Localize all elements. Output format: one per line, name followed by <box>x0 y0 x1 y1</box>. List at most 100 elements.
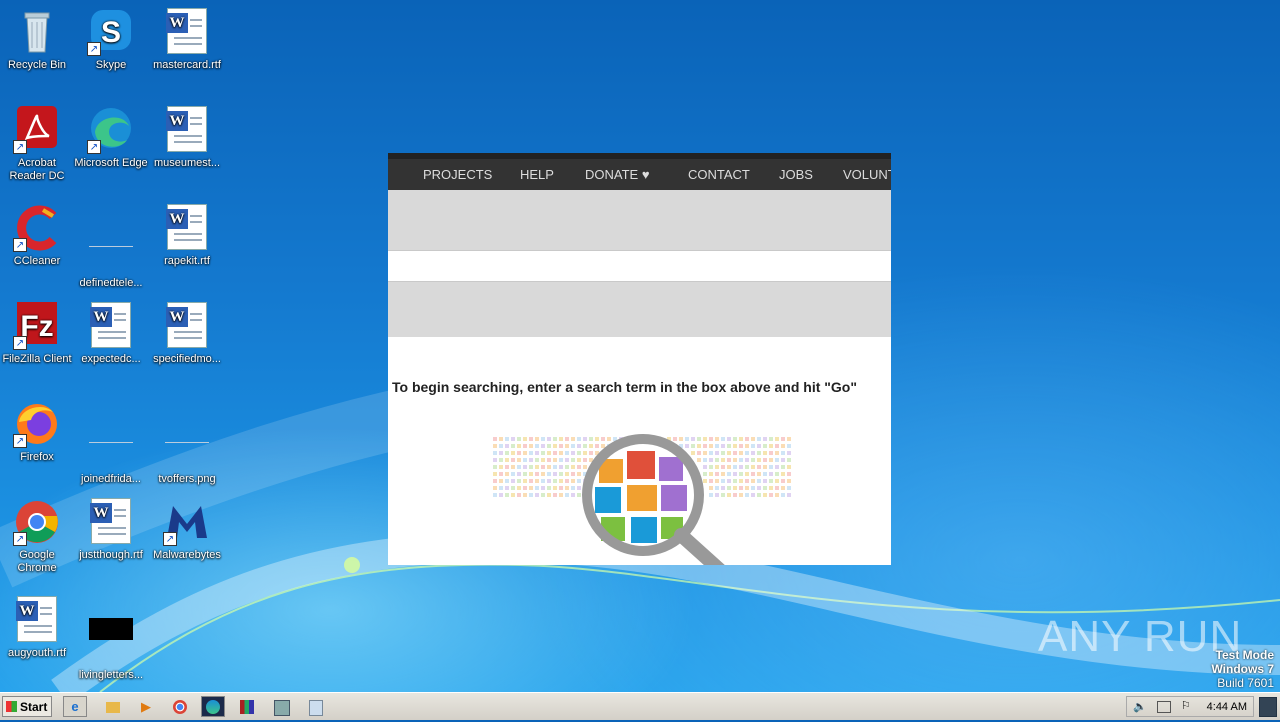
pixel-dot <box>763 451 767 455</box>
pixel-dot <box>529 458 533 462</box>
pixel-dot <box>493 437 497 441</box>
pixel-dot <box>571 486 575 490</box>
desktop-icon-definedtele[interactable]: definedtele... <box>74 204 148 290</box>
action-center-flag-icon[interactable]: ⚐ <box>1181 699 1191 712</box>
word-document-icon: W <box>163 302 211 350</box>
taskbar-edge[interactable] <box>201 696 225 717</box>
pixel-dot <box>757 437 761 441</box>
pixel-dot <box>781 479 785 483</box>
blank-file-icon <box>87 226 135 274</box>
desktop-icon-joinedfrida[interactable]: joinedfrida... <box>74 400 148 486</box>
pixel-dot <box>493 451 497 455</box>
taskbar-chrome[interactable] <box>168 696 192 717</box>
nav-jobs[interactable]: JOBS <box>779 167 813 182</box>
pixel-dot <box>715 465 719 469</box>
pixel-dot <box>679 437 683 441</box>
pixel-dot <box>709 465 713 469</box>
shortcut-arrow-icon: ↗ <box>13 532 27 546</box>
shortcut-arrow-icon: ↗ <box>13 238 27 252</box>
desktop-icon-museumest[interactable]: W museumest... <box>150 106 224 170</box>
network-icon[interactable] <box>1157 701 1171 713</box>
desktop-icon-rapekit-rtf[interactable]: W rapekit.rtf <box>150 204 224 268</box>
pixel-dot <box>787 465 791 469</box>
browser-window: PROJECTS HELP DONATE ♥ CONTACT JOBS VOLU… <box>388 153 891 565</box>
desktop-icon-tvoffers-png[interactable]: tvoffers.png <box>150 400 224 486</box>
desktop-icon-livingletters[interactable]: livingletters... <box>74 596 148 682</box>
pixel-dot <box>733 458 737 462</box>
desktop-icon-malwarebytes[interactable]: ↗ Malwarebytes <box>150 498 224 562</box>
taskbar-ie[interactable]: e <box>63 696 87 717</box>
heart-icon: ♥ <box>641 167 650 182</box>
pixel-dot <box>733 451 737 455</box>
taskbar-media-player[interactable]: ▶ <box>134 696 158 717</box>
pixel-dot <box>547 458 551 462</box>
taskbar-winrar[interactable] <box>235 696 259 717</box>
shortcut-arrow-icon: ↗ <box>87 42 101 56</box>
desktop-icon-chrome[interactable]: ↗ Google Chrome <box>0 498 74 575</box>
word-document-icon: W <box>87 302 135 350</box>
pixel-dot <box>535 479 539 483</box>
nav-donate[interactable]: DONATE ♥ <box>585 167 650 182</box>
desktop-icon-filezilla[interactable]: Fz ↗ FileZilla Client <box>0 302 74 366</box>
desktop-icon-skype[interactable]: S ↗ Skype <box>74 8 148 72</box>
pixel-dot <box>565 444 569 448</box>
clock[interactable]: 4:44 AM <box>1207 701 1247 713</box>
pixel-dot <box>535 444 539 448</box>
pixel-dot <box>523 493 527 497</box>
pixel-dot <box>763 472 767 476</box>
pixel-dot <box>517 486 521 490</box>
pixel-dot <box>727 465 731 469</box>
pixel-dot <box>601 444 605 448</box>
pixel-dot <box>751 472 755 476</box>
pixel-dot <box>493 472 497 476</box>
nav-projects[interactable]: PROJECTS <box>423 167 492 182</box>
taskbar-installer[interactable] <box>270 696 294 717</box>
desktop-icon-edge[interactable]: ↗ Microsoft Edge <box>74 106 148 170</box>
start-button[interactable]: Start <box>2 696 52 717</box>
pixel-dot <box>703 472 707 476</box>
pixel-dot <box>751 465 755 469</box>
pixel-dot <box>691 451 695 455</box>
pixel-dot <box>595 437 599 441</box>
show-desktop-button[interactable] <box>1259 697 1277 717</box>
nav-help[interactable]: HELP <box>520 167 554 182</box>
desktop-icon-firefox[interactable]: ↗ Firefox <box>0 400 74 464</box>
pixel-dot <box>739 479 743 483</box>
desktop-icon-recycle-bin[interactable]: Recycle Bin <box>0 8 74 72</box>
pixel-dot <box>583 437 587 441</box>
desktop-icon-augyouth-rtf[interactable]: W augyouth.rtf <box>0 596 74 660</box>
pixel-dot <box>727 493 731 497</box>
taskbar-explorer[interactable] <box>101 696 125 717</box>
pixel-dot <box>691 437 695 441</box>
pixel-dot <box>739 465 743 469</box>
pixel-dot <box>493 444 497 448</box>
pixel-dot <box>787 486 791 490</box>
pixel-dot <box>505 451 509 455</box>
desktop-icon-mastercard-rtf[interactable]: W mastercard.rtf <box>150 8 224 72</box>
desktop-icon-acrobat[interactable]: ↗ Acrobat Reader DC <box>0 106 74 183</box>
taskbar-notepad[interactable] <box>304 696 328 717</box>
pixel-dot <box>529 479 533 483</box>
pixel-dot <box>673 437 677 441</box>
pixel-dot <box>499 486 503 490</box>
desktop-icon-justthough-rtf[interactable]: W justthough.rtf <box>74 498 148 562</box>
system-tray: 🔈 ⚐ 4:44 AM <box>1126 696 1254 717</box>
shortcut-arrow-icon: ↗ <box>13 434 27 448</box>
pixel-dot <box>781 486 785 490</box>
search-illustration <box>493 434 791 565</box>
windows-version-line: Windows 7 <box>1211 662 1274 676</box>
pixel-dot <box>541 486 545 490</box>
desktop-icon-expectedc[interactable]: W expectedc... <box>74 302 148 366</box>
firefox-icon: ↗ <box>13 400 61 448</box>
pixel-dot <box>529 444 533 448</box>
pixel-dot <box>769 479 773 483</box>
desktop-icon-specifiedmo[interactable]: W specifiedmo... <box>150 302 224 366</box>
pixel-dot <box>763 444 767 448</box>
black-file-icon <box>87 618 135 666</box>
pixel-dot <box>781 451 785 455</box>
desktop-icon-ccleaner[interactable]: ↗ CCleaner <box>0 204 74 268</box>
volume-icon[interactable]: 🔈 <box>1133 700 1147 713</box>
nav-contact[interactable]: CONTACT <box>688 167 750 182</box>
nav-volunteer[interactable]: VOLUNT <box>843 167 891 182</box>
pixel-dot <box>787 437 791 441</box>
